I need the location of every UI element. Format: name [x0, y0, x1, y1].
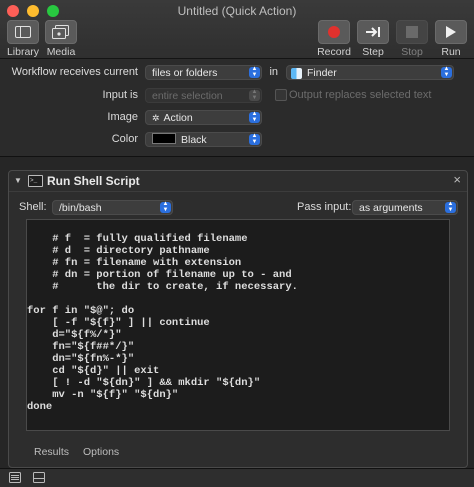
script-line: d="${f%/*}": [27, 329, 122, 341]
script-line: fn="${f##*/}": [27, 341, 135, 353]
record-icon: [318, 20, 350, 44]
disclosure-triangle-icon[interactable]: ▼: [14, 176, 22, 185]
title-bar: Untitled (Quick Action) Library Media Re…: [0, 0, 474, 59]
receives-value: files or folders: [152, 67, 218, 79]
image-label: Image: [107, 111, 138, 123]
close-icon[interactable]: ×: [453, 172, 461, 187]
chevron-updown-icon: ▲ ▼: [249, 66, 260, 78]
action-header: ▼ >_ Run Shell Script ×: [9, 171, 467, 192]
output-replaces-label: Output replaces selected text: [289, 89, 432, 101]
media-label: Media: [46, 46, 76, 58]
library-icon: [7, 20, 39, 44]
script-line: cd "${d}" || exit: [27, 365, 160, 377]
terminal-icon: >_: [28, 175, 43, 187]
options-tab[interactable]: Options: [83, 446, 119, 458]
receives-label: Workflow receives current: [11, 66, 138, 78]
run-shell-script-action: ▼ >_ Run Shell Script × Shell: /bin/bash…: [8, 170, 468, 468]
script-editor[interactable]: # f = fully qualified filename # d = dir…: [26, 219, 450, 431]
list-view-icon[interactable]: [9, 472, 21, 486]
step-label: Step: [362, 46, 384, 58]
chevron-updown-icon: ▲ ▼: [249, 111, 260, 123]
script-line: # fn = filename with extension: [27, 257, 242, 269]
script-line: [27, 293, 449, 305]
image-popup[interactable]: ✲ Action ▲ ▼: [145, 110, 262, 125]
script-line: # the dir to create, if necessary.: [27, 281, 298, 293]
script-line: [ ! -d "${dn}" ] && mkdir "${dn}": [27, 377, 261, 389]
color-popup[interactable]: Black ▲ ▼: [145, 132, 262, 147]
run-icon: [435, 20, 467, 44]
record-button[interactable]: Record: [316, 20, 352, 58]
script-line: # dn = portion of filename up to - and: [27, 269, 292, 281]
shell-value: /bin/bash: [59, 202, 102, 214]
stop-label: Stop: [401, 46, 423, 58]
script-line: for f in "$@"; do: [27, 305, 135, 317]
image-value: Action: [163, 112, 193, 124]
finder-icon: [291, 68, 302, 79]
chevron-updown-icon: ▲ ▼: [249, 133, 260, 145]
application-popup[interactable]: Finder ▲ ▼: [286, 65, 454, 80]
color-swatch: [152, 133, 176, 144]
pass-input-popup[interactable]: as arguments ▲ ▼: [352, 200, 458, 215]
chevron-updown-icon: ▲ ▼: [441, 66, 452, 78]
run-button[interactable]: Run: [433, 20, 469, 58]
stop-icon: [396, 20, 428, 44]
chevron-updown-icon: ▲ ▼: [160, 201, 171, 213]
stop-button[interactable]: Stop: [394, 20, 430, 58]
script-line: # d = directory pathname: [27, 245, 210, 257]
log-view-icon[interactable]: [33, 472, 45, 486]
run-label: Run: [441, 46, 461, 58]
script-line: dn="${fn%-*}": [27, 353, 135, 365]
application-value: Finder: [307, 67, 337, 79]
color-label: Color: [111, 133, 138, 145]
media-button[interactable]: Media: [43, 20, 79, 58]
gear-icon: ✲: [152, 113, 160, 123]
shell-label: Shell:: [19, 201, 47, 213]
record-label: Record: [317, 46, 351, 58]
pass-input-value: as arguments: [359, 202, 423, 214]
step-button[interactable]: Step: [355, 20, 391, 58]
input-is-value: entire selection: [152, 90, 223, 102]
action-title: Run Shell Script: [47, 174, 140, 188]
workflow-settings: Workflow receives current files or folde…: [0, 59, 474, 157]
input-is-label: Input is: [102, 89, 138, 101]
script-line: # f = fully qualified filename: [27, 233, 248, 245]
chevron-updown-icon: ▲ ▼: [445, 201, 456, 213]
media-icon: [45, 20, 77, 44]
output-replaces-checkbox[interactable]: [275, 89, 287, 101]
status-bar: [0, 468, 474, 487]
script-line: mv -n "${f}" "${dn}": [27, 389, 179, 401]
shell-popup[interactable]: /bin/bash ▲ ▼: [52, 200, 173, 215]
chevron-updown-icon: ▲ ▼: [249, 89, 260, 101]
results-tab[interactable]: Results: [34, 446, 69, 458]
window-title: Untitled (Quick Action): [177, 4, 297, 18]
script-line: done: [27, 401, 53, 413]
in-label: in: [269, 66, 278, 78]
receives-popup[interactable]: files or folders ▲ ▼: [145, 65, 262, 80]
step-icon: [357, 20, 389, 44]
library-button[interactable]: Library: [5, 20, 41, 58]
library-label: Library: [6, 46, 40, 58]
pass-input-label: Pass input:: [297, 201, 352, 213]
script-line: [ -f "${f}" ] || continue: [27, 317, 210, 329]
input-is-popup[interactable]: entire selection ▲ ▼: [145, 88, 262, 103]
color-value: Black: [181, 134, 207, 146]
